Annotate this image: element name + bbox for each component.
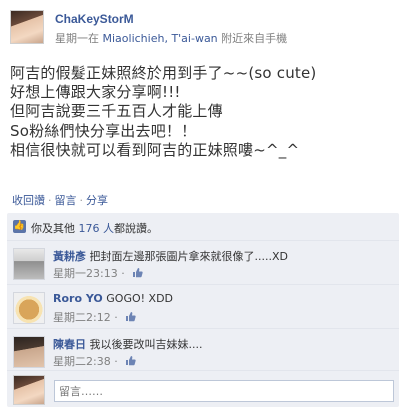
author-avatar[interactable] <box>10 10 44 44</box>
comment-timestamp[interactable]: 星期二2:38 <box>53 355 111 368</box>
commenter-name[interactable]: 黃耕彥 <box>53 250 86 263</box>
comment-line: 陳春日 我以後要改叫吉妹妹.... <box>53 336 203 352</box>
comment-timestamp[interactable]: 星期二2:12 <box>53 311 111 324</box>
share-link[interactable]: 分享 <box>86 194 108 207</box>
comment-line: Roro YO GOGO! XDD <box>53 292 173 305</box>
author-name[interactable]: ChaKeyStorM <box>55 12 134 26</box>
likes-summary: 你及其他 176 人都說讚。 <box>31 220 158 236</box>
commenter-avatar[interactable] <box>13 248 45 280</box>
comment-text: GOGO! XDD <box>106 292 174 305</box>
location-link[interactable]: Miaolichieh, T'ai-wan <box>103 32 218 45</box>
commenter-name[interactable]: 陳春日 <box>53 338 86 351</box>
comment-item: 黃耕彥 把封面左邊那張圖片拿來就很像了.....XD 星期一23:13 · <box>7 241 399 285</box>
post-line: So粉絲們快分享出去吧！！ <box>10 121 197 140</box>
comment-timestamp[interactable]: 星期一23:13 <box>53 267 118 280</box>
feedback-box: 👍 你及其他 176 人都說讚。 黃耕彥 把封面左邊那張圖片拿來就很像了....… <box>7 213 399 407</box>
likes-row: 👍 你及其他 176 人都說讚。 <box>7 213 399 241</box>
post-body: 阿吉的假髮正妹照終於用到手了~~(so cute) 好想上傳跟大家分享啊!!! … <box>10 64 400 160</box>
post-meta: 星期一在 Miaolichieh, T'ai-wan 附近來自手機 <box>55 30 287 46</box>
comment-item: Roro YO GOGO! XDD 星期二2:12 · <box>7 285 399 329</box>
thumbs-up-icon[interactable] <box>132 267 143 278</box>
post-line: 阿吉的假髮正妹照終於用到手了~~(so cute) <box>10 64 317 82</box>
separator: · <box>48 194 52 207</box>
comment-meta: 星期二2:12 · <box>53 309 136 325</box>
post-header: ChaKeyStorM 星期一在 Miaolichieh, T'ai-wan 附… <box>10 10 400 50</box>
thumbs-up-icon[interactable] <box>125 311 136 322</box>
comment-text: 我以後要改叫吉妹妹.... <box>89 338 203 351</box>
commenter-name[interactable]: Roro YO <box>53 292 103 305</box>
post-line: 相信很快就可以看到阿吉的正妹照嘍~^_^ <box>10 140 300 159</box>
likes-count-link[interactable]: 176 人 <box>79 222 115 235</box>
comment-text: 把封面左邊那張圖片拿來就很像了.....XD <box>89 250 289 263</box>
likes-suffix: 都說讚。 <box>114 222 158 235</box>
comment-item: 陳春日 我以後要改叫吉妹妹.... 星期二2:38 · <box>7 329 399 371</box>
post-line: 好想上傳跟大家分享啊!!! <box>10 83 181 102</box>
comment-link[interactable]: 留言 <box>55 194 77 207</box>
comment-composer <box>7 371 399 407</box>
separator: · <box>114 311 118 324</box>
comment-input[interactable] <box>54 380 394 402</box>
comment-line: 黃耕彥 把封面左邊那張圖片拿來就很像了.....XD <box>53 248 288 264</box>
meta-prefix: 星期一在 <box>55 32 99 45</box>
separator: · <box>79 194 84 207</box>
likes-prefix: 你及其他 <box>31 222 75 235</box>
commenter-avatar[interactable] <box>13 336 45 368</box>
action-bar: 收回讚 · 留言 · 分享 <box>12 192 108 208</box>
thumbs-up-icon[interactable] <box>125 355 136 366</box>
current-user-avatar <box>13 375 45 405</box>
meta-suffix: 附近來自手機 <box>221 32 288 45</box>
comment-meta: 星期一23:13 · <box>53 265 143 281</box>
comment-meta: 星期二2:38 · <box>53 353 136 369</box>
separator: · <box>121 267 125 280</box>
post-line: 但阿吉說要三千五百人才能上傳 <box>10 102 223 121</box>
thumbs-up-icon: 👍 <box>13 220 26 233</box>
unlike-link[interactable]: 收回讚 <box>12 194 45 207</box>
commenter-avatar[interactable] <box>13 292 45 324</box>
separator: · <box>114 355 118 368</box>
